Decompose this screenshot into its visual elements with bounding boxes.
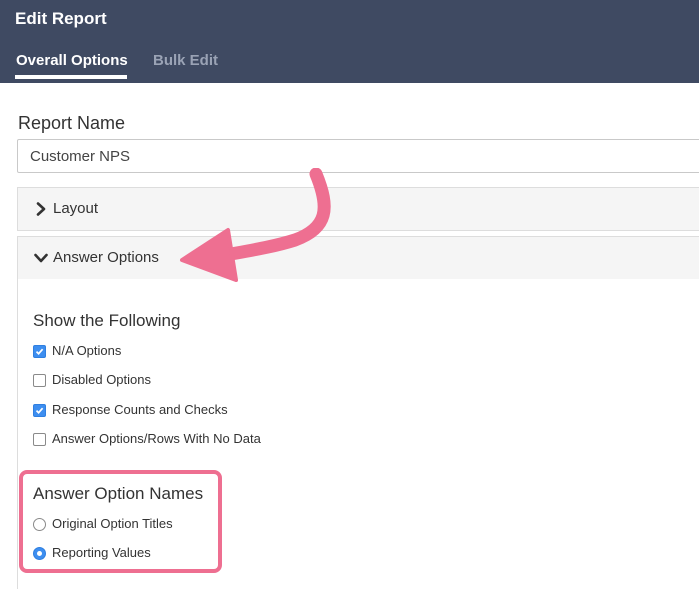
annotation-arrow-icon [180,168,331,282]
layout-panel-title: Layout [53,200,99,217]
checkbox-label: Response Counts and Checks [52,402,228,417]
checkbox-unchecked-icon[interactable] [33,433,46,446]
report-name-input[interactable] [17,139,699,173]
chevron-right-icon [36,202,46,216]
header-bar: Edit Report Overall Options Bulk Edit [0,0,699,83]
annotation-highlight-box [19,470,222,573]
answer-options-panel-title: Answer Options [53,249,159,266]
report-name-label: Report Name [18,113,126,133]
answer-options-panel-header[interactable]: Answer Options [17,236,699,280]
checkbox-label: Answer Options/Rows With No Data [52,431,261,446]
checkbox-checked-icon[interactable] [33,345,46,358]
checkbox-unchecked-icon[interactable] [33,374,46,387]
checkbox-checked-icon[interactable] [33,404,46,417]
layout-panel-header[interactable]: Layout [17,187,699,231]
show-following-heading: Show the Following [33,311,181,330]
active-tab-indicator [15,75,127,79]
tab-bulk-edit[interactable]: Bulk Edit [153,52,218,69]
tab-overall-options[interactable]: Overall Options [16,52,128,69]
checkbox-label: N/A Options [52,343,122,358]
chevron-down-icon [34,253,48,263]
checkbox-label: Disabled Options [52,372,151,387]
page-title: Edit Report [15,9,107,28]
